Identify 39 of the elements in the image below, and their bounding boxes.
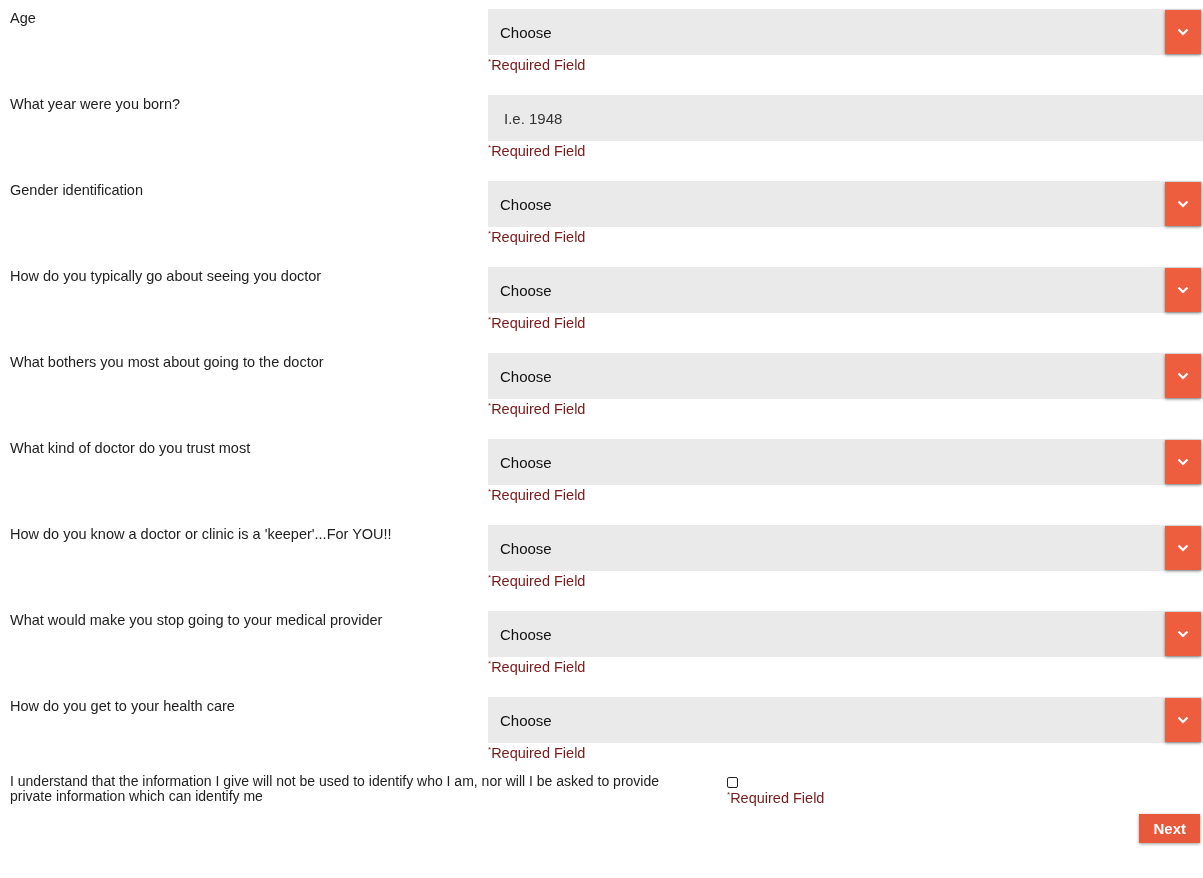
question-label: What would make you stop going to your medical provider xyxy=(9,611,384,630)
dropdown-field[interactable]: Choose xyxy=(488,267,1203,313)
caret-icon xyxy=(1165,612,1201,656)
required-note: $^{*}$Required Field xyxy=(488,487,586,503)
dropdown-field[interactable]: Choose xyxy=(488,525,1203,571)
required-note: $^{*}$Required Field xyxy=(488,315,586,331)
dropdown-field[interactable]: Choose xyxy=(488,353,1203,399)
next-button[interactable]: Next xyxy=(1139,814,1200,843)
dropdown-field[interactable]: Choose xyxy=(488,439,1203,485)
consent-label: I understand that the information I give will not be used to identify who I am, nor will I be asked to provide private information which can identify me xyxy=(9,772,661,806)
question-label: Age xyxy=(9,9,37,28)
dropdown-field[interactable]: Choose xyxy=(488,9,1203,55)
required-note: $^{*}$Required Field xyxy=(488,659,586,675)
dropdown-field[interactable]: Choose xyxy=(488,697,1203,743)
caret-icon xyxy=(1165,698,1201,742)
dropdown-field[interactable]: Choose xyxy=(488,181,1203,227)
caret-icon xyxy=(1165,268,1201,312)
dropdown-field[interactable]: Choose xyxy=(488,611,1203,657)
caret-icon xyxy=(1165,182,1201,226)
question-label: What year were you born? xyxy=(9,95,182,114)
question-label: How do you typically go about seeing you doctor xyxy=(9,267,323,286)
checkbox[interactable] xyxy=(727,777,738,788)
question-label: How do you know a doctor or clinic is a 'keeper'...For YOU!! xyxy=(9,525,393,544)
caret-icon xyxy=(1165,10,1201,54)
required-note: $^{*}$Required Field xyxy=(488,143,586,159)
required-note: $^{*}$Required Field xyxy=(488,745,586,761)
caret-icon xyxy=(1165,526,1201,570)
required-note: $^{*}$Required Field xyxy=(488,229,586,245)
input-field[interactable]: I.e. 1948 xyxy=(488,95,1203,141)
question-label: Gender identification xyxy=(9,181,144,200)
required-note: $^{*}$Required Field xyxy=(488,573,586,589)
question-label: How do you get to your health care xyxy=(9,697,236,716)
question-label: What bothers you most about going to the doctor xyxy=(9,353,325,372)
caret-icon xyxy=(1165,440,1201,484)
required-note: $^{*}$Required Field xyxy=(488,57,586,73)
question-label: What kind of doctor do you trust most xyxy=(9,439,252,458)
caret-icon xyxy=(1165,354,1201,398)
required-note: $^{*}$Required Field xyxy=(727,790,825,806)
required-note: $^{*}$Required Field xyxy=(488,401,586,417)
